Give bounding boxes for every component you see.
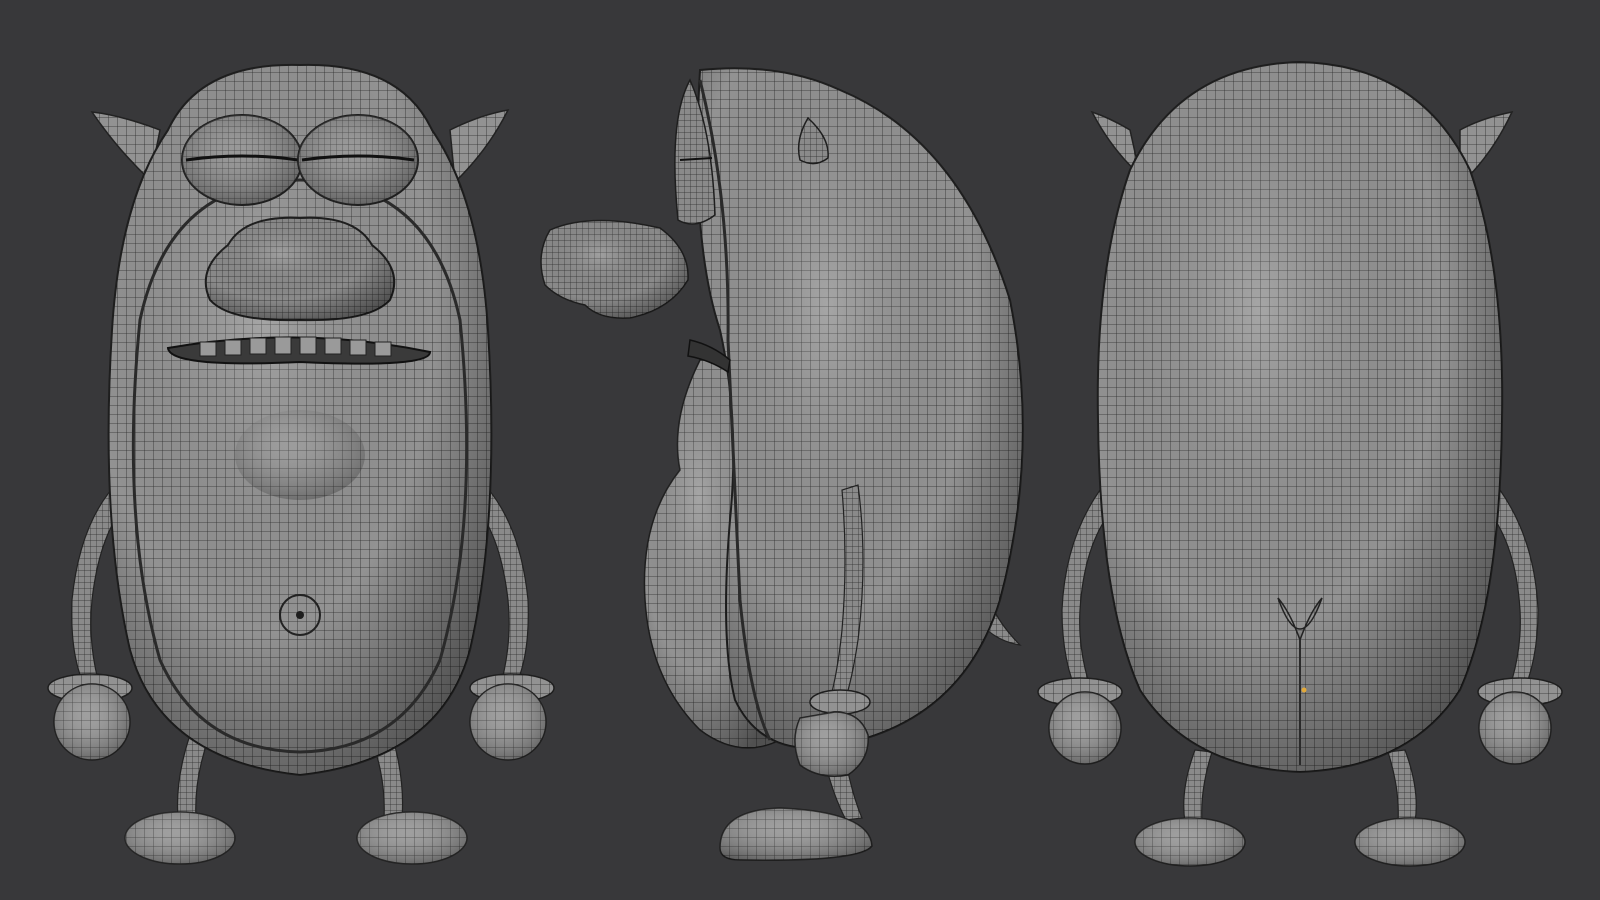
back-left-leg	[1183, 749, 1213, 823]
back-highlight-dot	[1301, 687, 1307, 693]
back-view	[1037, 60, 1563, 867]
back-right-leg	[1387, 749, 1417, 823]
front-right-ear	[449, 108, 510, 184]
side-wristband	[809, 689, 871, 715]
side-view	[540, 67, 1024, 861]
viewport	[0, 0, 1600, 900]
scene-canvas	[47, 60, 1563, 867]
front-view	[47, 63, 555, 865]
